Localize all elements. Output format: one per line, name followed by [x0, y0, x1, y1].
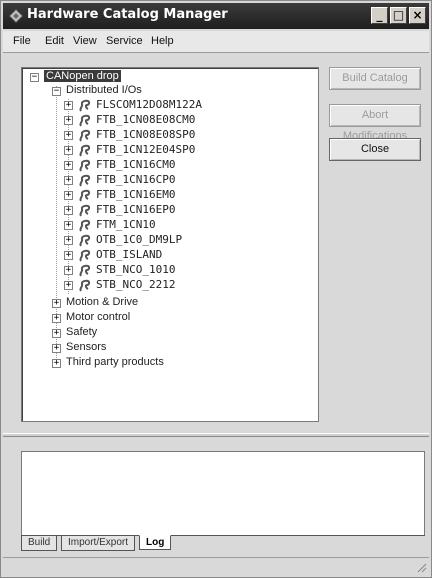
tree-node-device[interactable]: FTB_1CN08E08CM0 — [96, 113, 195, 128]
tab-strip: Build Import/Export Log — [21, 535, 425, 553]
close-button[interactable]: Close — [329, 138, 421, 161]
category-expand-icon[interactable]: + — [52, 314, 61, 323]
main-window: Hardware Catalog Manager _ □ × File Edit… — [0, 0, 432, 578]
device-expand-icon[interactable]: + — [64, 101, 73, 110]
tab-log[interactable]: Log — [139, 535, 172, 550]
device-icon — [79, 219, 91, 232]
device-expand-icon[interactable]: + — [64, 146, 73, 155]
device-expand-icon[interactable]: + — [64, 251, 73, 260]
resize-grip-icon[interactable] — [415, 561, 427, 573]
device-expand-icon[interactable]: + — [64, 131, 73, 140]
app-icon — [9, 9, 23, 23]
title-bar[interactable]: Hardware Catalog Manager _ □ × — [3, 3, 429, 29]
build-catalog-button[interactable]: Build Catalog — [329, 67, 421, 90]
device-icon — [79, 144, 91, 157]
device-expand-icon[interactable]: + — [64, 206, 73, 215]
tree-node-device[interactable]: FTB_1CN08E08SP0 — [96, 128, 195, 143]
tree-node-category[interactable]: Motion & Drive — [66, 296, 138, 311]
tree-node-distributed[interactable]: Distributed I/Os — [66, 84, 142, 99]
root-collapse-icon[interactable]: − — [30, 73, 39, 82]
device-icon — [79, 234, 91, 247]
device-icon — [79, 189, 91, 202]
device-expand-icon[interactable]: + — [64, 266, 73, 275]
catalog-tree[interactable]: − CANopen drop − Distributed I/Os + FLSCO… — [21, 67, 319, 422]
tree-node-category[interactable]: Motor control — [66, 311, 130, 326]
menu-service[interactable]: Service — [106, 35, 143, 47]
device-icon — [79, 249, 91, 262]
maximize-button[interactable]: □ — [390, 7, 407, 24]
tree-node-device[interactable]: FTB_1CN16CP0 — [96, 173, 175, 188]
tree-node-category[interactable]: Sensors — [66, 341, 106, 356]
tree-node-device[interactable]: OTB_1C0_DM9LP — [96, 233, 182, 248]
device-expand-icon[interactable]: + — [64, 281, 73, 290]
abort-modifications-button[interactable]: Abort Modifications — [329, 104, 421, 142]
device-expand-icon[interactable]: + — [64, 221, 73, 230]
log-panel — [21, 451, 425, 535]
device-icon — [79, 114, 91, 127]
category-expand-icon[interactable]: + — [52, 299, 61, 308]
menu-view[interactable]: View — [73, 35, 97, 47]
category-expand-icon[interactable]: + — [52, 359, 61, 368]
category-expand-icon[interactable]: + — [52, 329, 61, 338]
tree-node-category[interactable]: Safety — [66, 326, 97, 341]
device-icon — [79, 204, 91, 217]
tab-build[interactable]: Build — [21, 536, 58, 551]
tree-node-device[interactable]: FTB_1CN16CM0 — [96, 158, 175, 173]
device-expand-icon[interactable]: + — [64, 176, 73, 185]
status-bar — [3, 557, 429, 575]
menu-edit[interactable]: Edit — [45, 35, 64, 47]
device-icon — [79, 129, 91, 142]
tree-node-device[interactable]: FLSCOM12DO8M122A — [96, 98, 202, 113]
device-icon — [79, 99, 91, 112]
tree-node-device[interactable]: FTB_1CN16EP0 — [96, 203, 175, 218]
tree-node-category[interactable]: Third party products — [66, 356, 164, 371]
tree-root-node[interactable]: CANopen drop — [44, 70, 121, 85]
menu-bar: File Edit View Service Help — [3, 31, 429, 53]
category-expand-icon[interactable]: + — [52, 344, 61, 353]
device-expand-icon[interactable]: + — [64, 116, 73, 125]
tree-root-label: CANopen drop — [44, 70, 121, 82]
menu-help[interactable]: Help — [151, 35, 174, 47]
tree-node-device[interactable]: FTB_1CN12E04SP0 — [96, 143, 195, 158]
tree-node-device[interactable]: STB_NCO_1010 — [96, 263, 175, 278]
tree-guide-line — [56, 86, 57, 368]
menu-file[interactable]: File — [13, 35, 31, 47]
tree-node-device[interactable]: STB_NCO_2212 — [96, 278, 175, 293]
pane-splitter[interactable] — [3, 433, 429, 437]
tree-node-device[interactable]: OTB_ISLAND — [96, 248, 162, 263]
tree-node-device[interactable]: FTB_1CN16EM0 — [96, 188, 175, 203]
minimize-button[interactable]: _ — [371, 7, 388, 24]
device-expand-icon[interactable]: + — [64, 161, 73, 170]
device-expand-icon[interactable]: + — [64, 236, 73, 245]
tab-import-export[interactable]: Import/Export — [61, 536, 136, 551]
device-expand-icon[interactable]: + — [64, 191, 73, 200]
device-icon — [79, 174, 91, 187]
device-icon — [79, 264, 91, 277]
distributed-collapse-icon[interactable]: − — [52, 87, 61, 96]
window-title: Hardware Catalog Manager — [27, 7, 228, 22]
close-window-button[interactable]: × — [409, 7, 426, 24]
device-icon — [79, 279, 91, 292]
device-icon — [79, 159, 91, 172]
tree-node-device[interactable]: FTM_1CN10 — [96, 218, 156, 233]
